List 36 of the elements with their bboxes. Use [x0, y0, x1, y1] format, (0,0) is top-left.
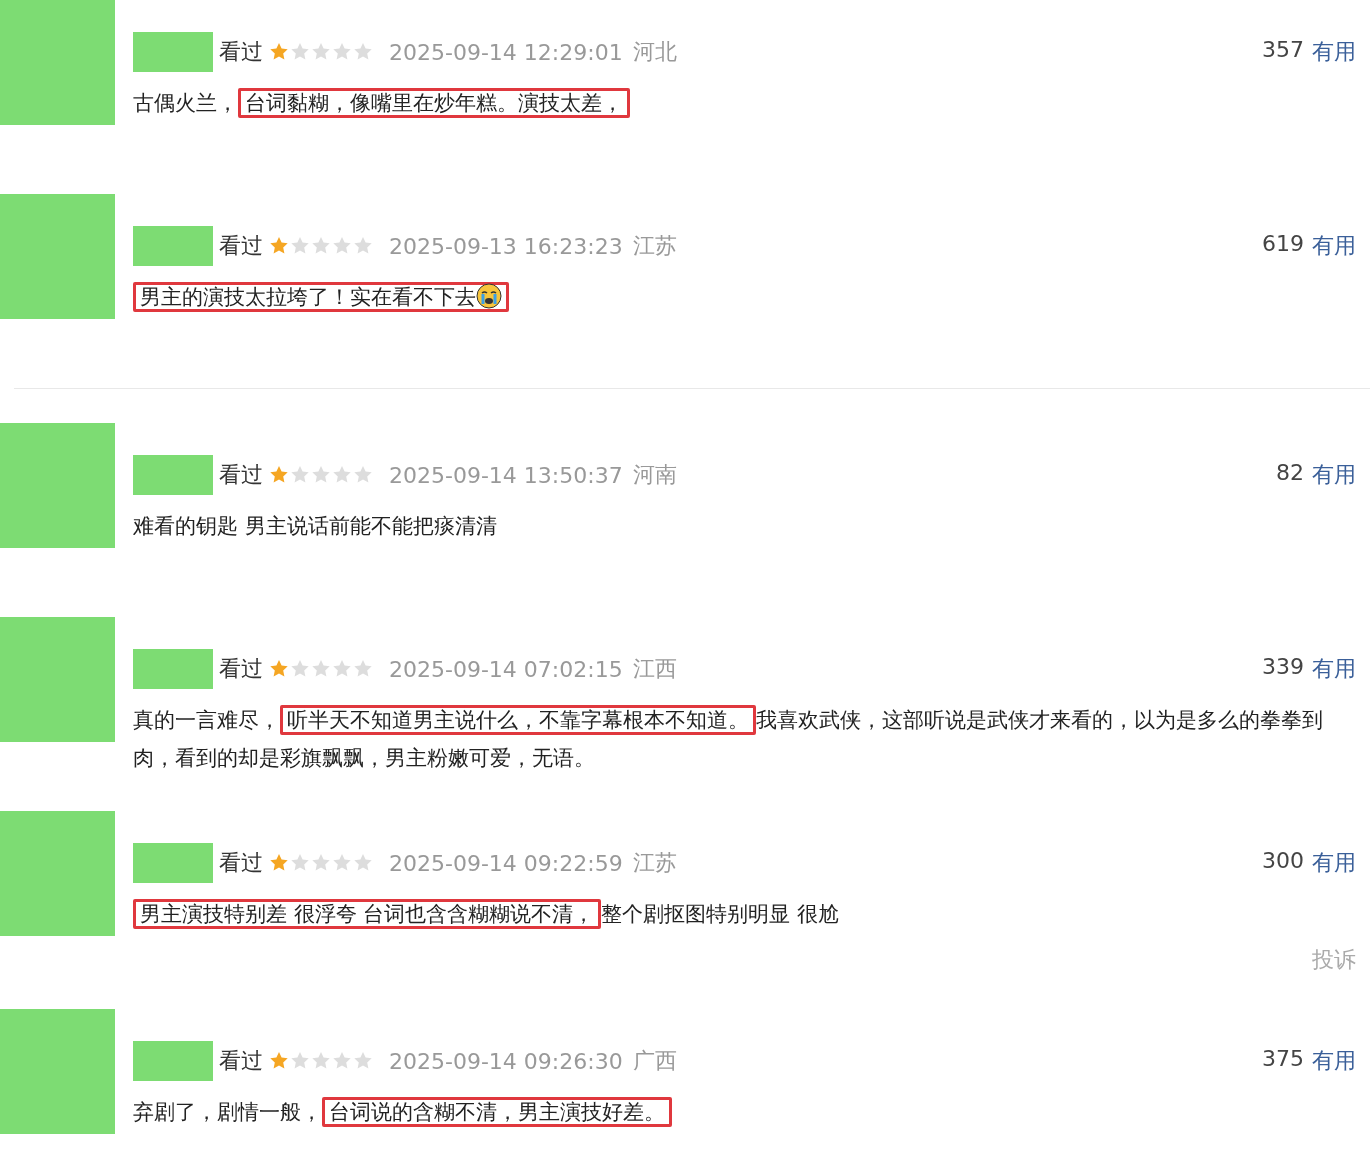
vote-count: 375	[1262, 1046, 1304, 1073]
watched-label: 看过	[219, 38, 263, 66]
comment-text: 弃剧了，剧情一般， 台词说的含糊不清，男主演技好差。	[133, 1093, 1356, 1131]
comment-location: 江苏	[632, 849, 677, 877]
comment-time: 2025-09-14 13:50:37	[389, 462, 623, 488]
comment-location: 江苏	[632, 232, 677, 260]
useful-link[interactable]: 有用	[1312, 231, 1356, 261]
comment-location: 广西	[632, 1047, 677, 1075]
comment-location: 江西	[632, 655, 677, 683]
watched-label: 看过	[219, 461, 263, 489]
watched-label: 看过	[219, 232, 263, 260]
comment-text: 男主的演技太拉垮了！实在看不下去	[133, 278, 1356, 316]
comment-text: 古偶火兰， 台词黏糊，像嘴里在炒年糕。演技太差，	[133, 84, 1356, 122]
comment-time: 2025-09-14 09:26:30	[389, 1048, 623, 1074]
useful-link[interactable]: 有用	[1312, 460, 1356, 490]
comment-time: 2025-09-14 12:29:01	[389, 39, 623, 65]
comment-time: 2025-09-14 07:02:15	[389, 656, 623, 682]
vote-count: 82	[1276, 460, 1304, 487]
comment-time: 2025-09-14 09:22:59	[389, 850, 623, 876]
useful-link[interactable]: 有用	[1312, 654, 1356, 684]
useful-link[interactable]: 有用	[1312, 37, 1356, 67]
useful-link[interactable]: 有用	[1312, 848, 1356, 878]
vote-count: 300	[1262, 848, 1304, 875]
watched-label: 看过	[219, 655, 263, 683]
comment-location: 河南	[632, 461, 677, 489]
useful-link[interactable]: 有用	[1312, 1046, 1356, 1076]
comment-location: 河北	[632, 38, 677, 66]
vote-count: 339	[1262, 654, 1304, 681]
vote-count: 357	[1262, 37, 1304, 64]
watched-label: 看过	[219, 1047, 263, 1075]
comment-text: 男主演技特别差 很浮夸 台词也含含糊糊说不清， 整个剧抠图特别明显 很尬	[133, 895, 1356, 933]
comment-text: 难看的钥匙 男主说话前能不能把痰清清	[133, 513, 498, 540]
comment-text: 真的一言难尽， 听半天不知道男主说什么，不靠字幕根本不知道。 我喜欢武侠，这部听说是武侠才来看的，以为是多么的拳拳到肉，看到的却是彩旗飘飘，男主粉嫩可爱，无语。	[133, 701, 1356, 777]
vote-count: 619	[1262, 231, 1304, 258]
watched-label: 看过	[219, 849, 263, 877]
comment-time: 2025-09-13 16:23:23	[389, 233, 623, 259]
